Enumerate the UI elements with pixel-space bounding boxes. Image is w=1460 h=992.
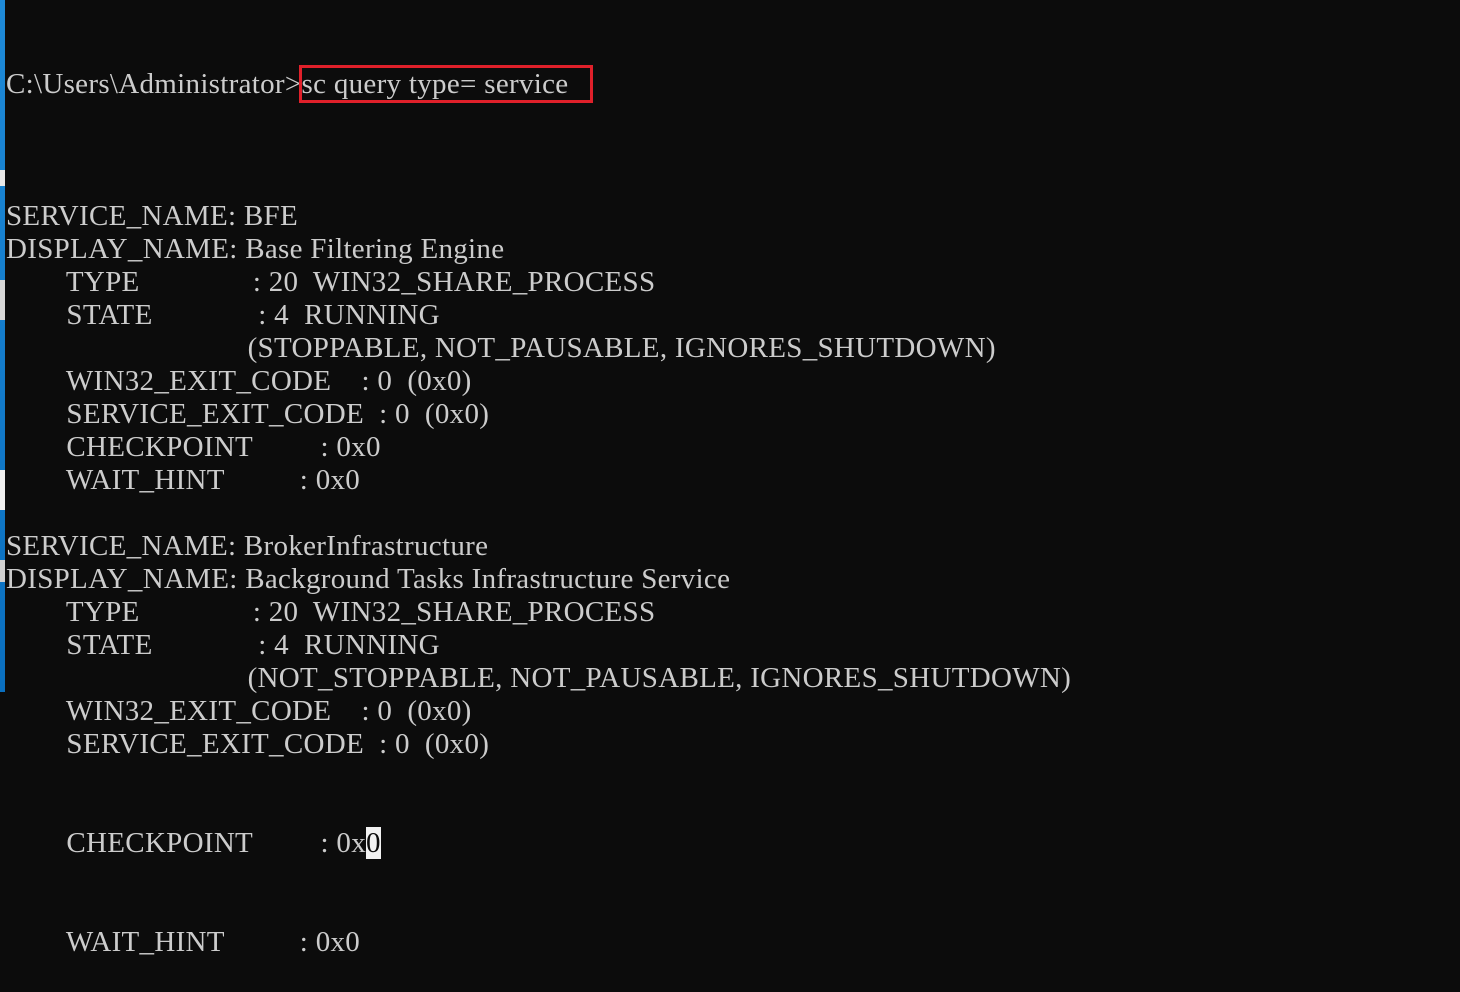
output-line: DISPLAY_NAME: Base Filtering Engine <box>6 233 505 265</box>
prompt-line: C:\Users\Administrator>sc query type= se… <box>6 65 1460 103</box>
output-line: SERVICE_NAME: BFE <box>6 200 298 232</box>
output-line: WIN32_EXIT_CODE : 0 (0x0) <box>6 695 472 727</box>
output-line: TYPE : 20 WIN32_SHARE_PROCESS <box>6 266 656 298</box>
output-line: SERVICE_EXIT_CODE : 0 (0x0) <box>6 728 490 760</box>
output-line: (NOT_STOPPABLE, NOT_PAUSABLE, IGNORES_SH… <box>6 662 1072 694</box>
output-line: TYPE : 20 WIN32_SHARE_PROCESS <box>6 596 656 628</box>
output-line: SERVICE_EXIT_CODE : 0 (0x0) <box>6 398 490 430</box>
desktop-edge <box>0 0 5 692</box>
output-line: DISPLAY_NAME: Background Tasks Infrastru… <box>6 563 731 595</box>
output-line-checkpoint-cursor: CHECKPOINT : 0x0 <box>6 827 1460 860</box>
prompt: C:\Users\Administrator> <box>6 68 302 100</box>
output-line: SERVICE_NAME: BrokerInfrastructure <box>6 530 489 562</box>
output-line: (STOPPABLE, NOT_PAUSABLE, IGNORES_SHUTDO… <box>6 332 996 364</box>
output-line: WIN32_EXIT_CODE : 0 (0x0) <box>6 365 472 397</box>
terminal-output[interactable]: C:\Users\Administrator>sc query type= se… <box>6 2 1460 958</box>
output-lines: SERVICE_NAME: BFE DISPLAY_NAME: Base Filt… <box>6 167 1460 761</box>
output-line-last: WAIT_HINT : 0x0 <box>6 926 361 958</box>
checkpoint-prefix: CHECKPOINT : 0x <box>6 827 367 859</box>
output-line: STATE : 4 RUNNING <box>6 629 440 661</box>
output-line: CHECKPOINT : 0x0 <box>6 431 381 463</box>
output-line: STATE : 4 RUNNING <box>6 299 440 331</box>
highlighted-command: sc query type= service <box>298 65 594 103</box>
output-line: WAIT_HINT : 0x0 <box>6 464 361 496</box>
text-cursor: 0 <box>366 827 381 859</box>
